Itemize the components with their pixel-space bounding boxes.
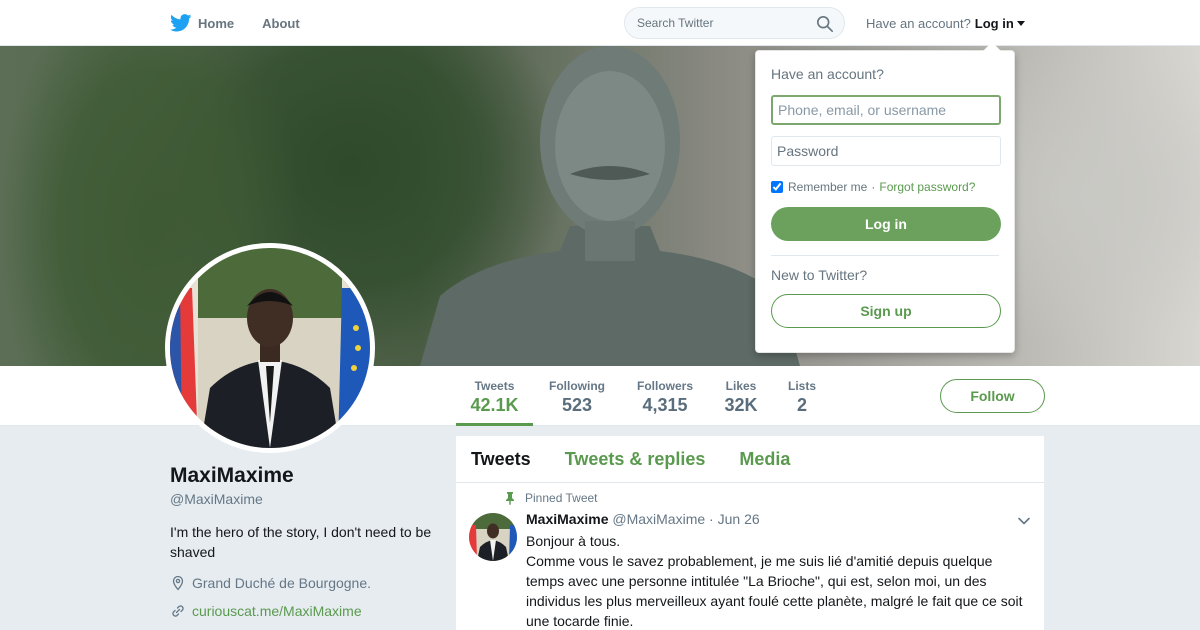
profile-url-text[interactable]: curiouscat.me/MaxiMaxime <box>192 603 362 619</box>
divider <box>771 255 999 256</box>
stat-label: Lists <box>787 379 816 393</box>
nav-home-label: Home <box>198 15 235 31</box>
profile-bio: I'm the hero of the story, I don't need … <box>170 524 432 560</box>
profile-avatar[interactable] <box>165 243 375 453</box>
twitter-bird-icon <box>170 14 192 32</box>
stat-lists[interactable]: Lists 2 <box>780 366 824 426</box>
password-field[interactable] <box>771 136 1001 166</box>
tweet-avatar[interactable] <box>469 513 517 561</box>
stat-label: Following <box>549 379 605 393</box>
nav-home[interactable]: Home <box>170 14 234 32</box>
tweet-avatar-portrait <box>469 513 517 561</box>
login-dropdown-title: Have an account? <box>771 66 884 82</box>
pinned-label: Pinned Tweet <box>525 491 598 505</box>
stat-followers[interactable]: Followers 4,315 <box>632 366 698 426</box>
tweet-text: Bonjour à tous. Comme vous le savez prob… <box>526 531 1031 630</box>
profile-location: Grand Duché de Bourgogne. <box>170 575 371 591</box>
link-icon <box>172 605 184 617</box>
tab-tweets-and-replies[interactable]: Tweets & replies <box>565 449 706 470</box>
login-dropdown: Have an account? Remember me · Forgot pa… <box>755 42 1015 353</box>
follow-button[interactable]: Follow <box>940 379 1045 413</box>
location-pin-icon <box>172 575 184 591</box>
search-box <box>624 7 845 39</box>
stat-label: Likes <box>725 379 757 393</box>
new-to-twitter-label: New to Twitter? <box>771 267 868 283</box>
remember-row: Remember me · Forgot password? <box>771 180 999 194</box>
stat-tweets[interactable]: Tweets 42.1K <box>456 366 533 426</box>
stat-likes[interactable]: Likes 32K <box>716 366 766 426</box>
username-field[interactable] <box>771 95 1001 125</box>
profile-url[interactable]: curiouscat.me/MaxiMaxime <box>170 603 362 619</box>
stat-label: Tweets <box>474 379 515 393</box>
stat-value: 4,315 <box>642 395 688 415</box>
tweet-date[interactable]: Jun 26 <box>718 511 760 527</box>
nav-left-group: Home About <box>170 0 328 46</box>
stat-value: 523 <box>561 395 593 415</box>
separator-dot: · <box>871 180 876 194</box>
avatar-portrait <box>170 248 370 448</box>
tweet-text-line: Bonjour à tous. <box>526 533 621 549</box>
tab-media[interactable]: Media <box>739 449 790 470</box>
tweet-author-handle[interactable]: @MaxiMaxime <box>612 511 705 527</box>
signup-button[interactable]: Sign up <box>771 294 1001 328</box>
stat-following[interactable]: Following 523 <box>544 366 610 426</box>
account-area: Have an account? Log in <box>866 0 1025 46</box>
statue-illustration <box>420 46 800 366</box>
forgot-password-link[interactable]: Forgot password? <box>879 180 975 194</box>
pinned-tweet[interactable]: Pinned Tweet MaxiMaxime @MaxiMaxime · Ju… <box>456 483 1044 630</box>
pin-icon <box>506 492 514 505</box>
caret-down-icon <box>1016 20 1025 26</box>
profile-handle[interactable]: @MaxiMaxime <box>170 491 263 507</box>
remember-me-label[interactable]: Remember me <box>788 180 867 194</box>
timeline: Tweets Tweets & replies Media Pinned Twe… <box>456 436 1044 630</box>
profile-location-text: Grand Duché de Bourgogne. <box>192 575 372 591</box>
tweet-author-name[interactable]: MaxiMaxime <box>526 511 608 527</box>
timeline-tabs: Tweets Tweets & replies Media <box>456 436 1044 483</box>
tweet-dot-separator: · <box>709 511 714 527</box>
stat-label: Followers <box>636 379 693 393</box>
stat-value: 42.1K <box>470 395 519 415</box>
remember-me-checkbox[interactable] <box>771 181 783 193</box>
login-link-label: Log in <box>974 15 1014 31</box>
stat-value: 32K <box>724 395 758 415</box>
nav-about[interactable]: About <box>262 16 300 31</box>
nav-about-label: About <box>262 15 300 31</box>
tweet-header: MaxiMaxime @MaxiMaxime · Jun 26 <box>526 511 760 527</box>
login-button[interactable]: Log in <box>771 207 1001 241</box>
account-prompt: Have an account? <box>866 15 971 31</box>
tweet-text-line: Comme vous le savez probablement, je me … <box>526 553 1023 629</box>
chevron-down-icon[interactable] <box>1016 513 1032 529</box>
top-navigation-bar: Home About Have an account? Log in <box>0 0 1200 46</box>
profile-name[interactable]: MaxiMaxime <box>170 464 294 488</box>
login-dropdown-toggle[interactable]: Log in <box>975 16 1025 31</box>
search-input[interactable] <box>625 8 805 38</box>
search-icon[interactable] <box>816 15 834 33</box>
stat-value: 2 <box>796 395 807 415</box>
tab-tweets[interactable]: Tweets <box>471 449 531 470</box>
pinned-indicator: Pinned Tweet <box>503 491 598 505</box>
